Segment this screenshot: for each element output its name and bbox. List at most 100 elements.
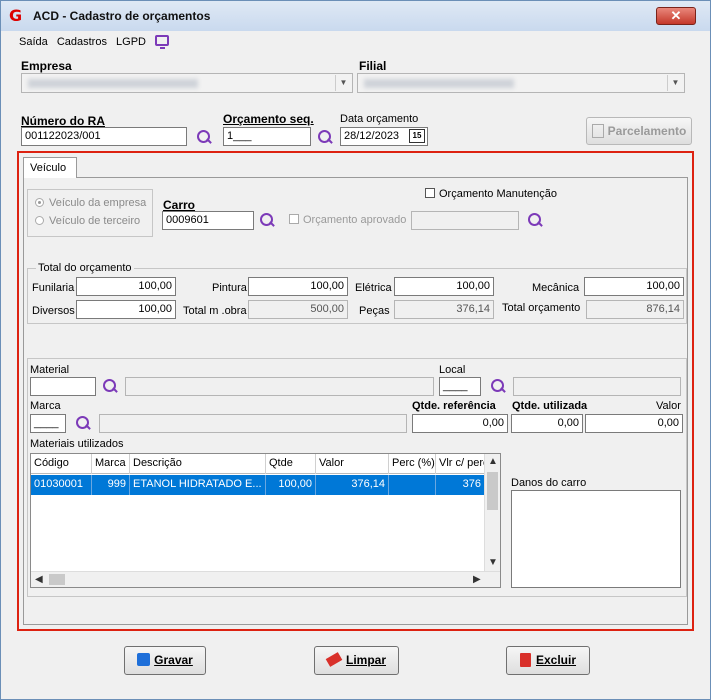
search-icon[interactable]	[102, 378, 118, 394]
monitor-icon[interactable]	[155, 35, 170, 49]
menu-lgpd[interactable]: LGPD	[116, 36, 146, 48]
parcelamento-button[interactable]: Parcelamento	[586, 117, 692, 145]
col-perc[interactable]: Perc (%)	[389, 454, 436, 474]
menu-saida[interactable]: Saída	[19, 36, 48, 48]
eraser-icon	[325, 652, 343, 667]
local-field[interactable]: ____	[439, 377, 481, 396]
data-orcamento-field[interactable]: 28/12/2023 15	[340, 127, 428, 146]
mecanica-field[interactable]: 100,00	[584, 277, 684, 296]
cell-codigo: 01030001	[31, 475, 92, 495]
search-icon[interactable]	[317, 129, 333, 145]
orcamento-manutencao-checkbox[interactable]: Orçamento Manutenção	[425, 188, 557, 200]
vertical-scrollbar[interactable]: ▲ ▼	[484, 454, 500, 572]
cell-perc	[389, 475, 436, 495]
col-vlr-perc[interactable]: Vlr c/ perc	[436, 454, 485, 474]
numero-ra-field[interactable]: 001122023/001	[21, 127, 187, 146]
materiais-utilizados-label: Materiais utilizados	[30, 438, 124, 450]
local-description-field	[513, 377, 681, 396]
marca-label: Marca	[30, 400, 61, 412]
diversos-label: Diversos	[32, 305, 75, 317]
search-icon[interactable]	[75, 415, 91, 431]
mecanica-label: Mecânica	[532, 282, 580, 294]
tab-veiculo[interactable]: Veículo	[23, 157, 77, 178]
eletrica-field[interactable]: 100,00	[394, 277, 494, 296]
filial-label: Filial	[359, 59, 387, 73]
danos-label: Danos do carro	[511, 477, 587, 489]
horizontal-scrollbar[interactable]: ◀ ▶	[31, 571, 500, 587]
gravar-button[interactable]: Gravar	[124, 646, 206, 675]
col-qtde[interactable]: Qtde	[266, 454, 316, 474]
materials-grid[interactable]: Código Marca Descrição Qtde Valor Perc (…	[30, 453, 501, 588]
material-description-field	[125, 377, 434, 396]
orcamento-seq-field[interactable]: 1___	[223, 127, 311, 146]
carro-label: Carro	[163, 198, 196, 212]
calendar-icon[interactable]: 15	[409, 129, 425, 143]
empresa-label: Empresa	[21, 59, 72, 73]
pecas-field: 376,14	[394, 300, 494, 319]
search-icon[interactable]	[527, 212, 543, 228]
orcamento-aprovado-checkbox[interactable]: Orçamento aprovado	[289, 214, 406, 226]
scroll-up-icon[interactable]: ▲	[488, 456, 498, 467]
document-icon	[591, 124, 604, 138]
save-icon	[137, 653, 151, 666]
marca-field[interactable]: ____	[30, 414, 66, 433]
funilaria-field[interactable]: 100,00	[76, 277, 176, 296]
material-field[interactable]	[30, 377, 96, 396]
eletrica-label: Elétrica	[355, 282, 392, 294]
col-valor[interactable]: Valor	[316, 454, 389, 474]
radio-veiculo-terceiro[interactable]: Veículo de terceiro	[35, 215, 140, 227]
total-orcamento-label: Total orçamento	[502, 302, 581, 314]
scroll-right-icon[interactable]: ▶	[473, 574, 481, 585]
close-button[interactable]: ✕	[656, 7, 696, 25]
scroll-left-icon[interactable]: ◀	[35, 574, 43, 585]
parcelamento-label: Parcelamento	[607, 124, 687, 138]
excluir-label: Excluir	[535, 653, 577, 667]
menu-bar: Saída Cadastros LGPD	[1, 35, 170, 53]
limpar-label: Limpar	[345, 653, 386, 667]
scroll-down-icon[interactable]: ▼	[488, 557, 498, 568]
scroll-thumb[interactable]	[487, 472, 498, 510]
app-logo-icon: G	[9, 6, 23, 25]
qtde-referencia-field[interactable]: 0,00	[412, 414, 508, 433]
total-orcamento-field: 876,14	[586, 300, 684, 319]
filial-select[interactable]: ▼	[357, 73, 685, 93]
title-bar: G ACD - Cadastro de orçamentos ✕	[1, 1, 710, 31]
col-marca[interactable]: Marca	[92, 454, 130, 474]
limpar-button[interactable]: Limpar	[314, 646, 399, 675]
cell-vlr-perc: 376	[436, 475, 485, 495]
pintura-field[interactable]: 100,00	[248, 277, 348, 296]
search-icon[interactable]	[259, 212, 275, 228]
cell-marca: 999	[92, 475, 130, 495]
hscroll-thumb[interactable]	[49, 574, 65, 585]
qtde-utilizada-field[interactable]: 0,00	[511, 414, 583, 433]
pecas-label: Peças	[359, 305, 390, 317]
valor-field[interactable]: 0,00	[585, 414, 683, 433]
col-codigo[interactable]: Código	[31, 454, 92, 474]
table-row[interactable]: 01030001 999 ETANOL HIDRATADO E... 100,0…	[31, 475, 485, 495]
carro-field[interactable]: 0009601	[162, 211, 254, 230]
danos-textarea[interactable]	[511, 490, 681, 588]
excluir-button[interactable]: Excluir	[506, 646, 590, 675]
empresa-select[interactable]: ▼	[21, 73, 353, 93]
chevron-down-icon[interactable]: ▼	[335, 75, 351, 91]
data-orcamento-label: Data orçamento	[340, 113, 419, 125]
window-title: ACD - Cadastro de orçamentos	[33, 9, 211, 23]
material-label: Material	[30, 364, 70, 376]
chevron-down-icon[interactable]: ▼	[667, 75, 683, 91]
cell-valor: 376,14	[316, 475, 389, 495]
search-icon[interactable]	[196, 129, 212, 145]
diversos-field[interactable]: 100,00	[76, 300, 176, 319]
search-icon[interactable]	[490, 378, 506, 394]
marca-description-field	[99, 414, 407, 433]
qtde-referencia-label: Qtde. referência	[412, 400, 496, 412]
radio-veiculo-empresa[interactable]: Veículo da empresa	[35, 197, 146, 209]
total-mobra-field: 500,00	[248, 300, 348, 319]
main-window: G ACD - Cadastro de orçamentos ✕ Saída C…	[0, 0, 711, 700]
totals-title: Total do orçamento	[36, 262, 134, 274]
local-label: Local	[439, 364, 466, 376]
valor-label: Valor	[656, 400, 681, 412]
pintura-label: Pintura	[212, 282, 247, 294]
menu-cadastros[interactable]: Cadastros	[57, 36, 107, 48]
col-descricao[interactable]: Descrição	[130, 454, 266, 474]
orcamento-aprovado-field	[411, 211, 519, 230]
